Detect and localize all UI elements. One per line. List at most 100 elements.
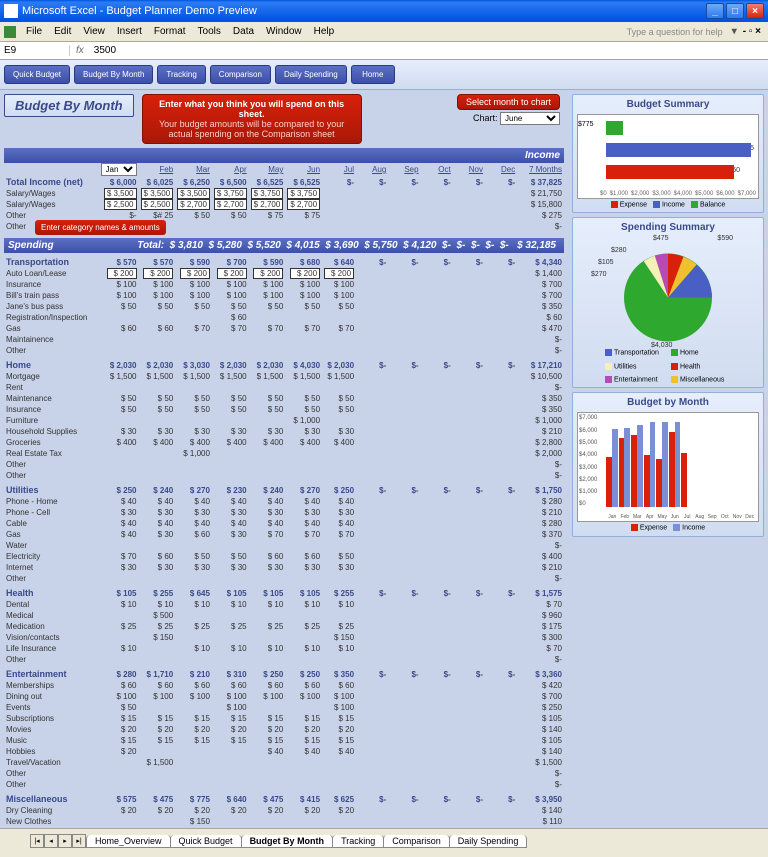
formula-bar: E9 fx 3500 — [0, 42, 768, 60]
row-label[interactable]: Other — [4, 779, 99, 790]
row-label[interactable]: Maintenance — [4, 393, 99, 404]
row-label[interactable]: Donations — [4, 827, 99, 828]
toolbtn-tracking[interactable]: Tracking — [157, 65, 205, 84]
budget-summary-panel: Budget Summary $775 $6,525 $5,750 $0$1,0… — [572, 94, 764, 213]
row-label[interactable]: Movies — [4, 724, 99, 735]
toolbtn-budget-by-month[interactable]: Budget By Month — [74, 65, 153, 84]
menubar: FileEditViewInsertFormatToolsDataWindowH… — [0, 22, 768, 42]
row-label[interactable]: Cable — [4, 518, 99, 529]
worksheet[interactable]: Budget By Month Enter what you think you… — [0, 90, 568, 828]
budget-grid[interactable]: IncomeJanFebMarAprMayJunJulAugSepOctNovD… — [4, 148, 564, 828]
income-bar — [606, 143, 751, 157]
minimize-button[interactable]: _ — [706, 3, 724, 19]
row-label[interactable]: Maintainence — [4, 334, 99, 345]
row-label[interactable]: Registration/Inspection — [4, 312, 99, 323]
toolbtn-daily-spending[interactable]: Daily Spending — [275, 65, 347, 84]
menu-insert[interactable]: Insert — [111, 24, 148, 39]
maximize-button[interactable]: □ — [726, 3, 744, 19]
menu-format[interactable]: Format — [148, 24, 192, 39]
row-label[interactable]: Household Supplies — [4, 426, 99, 437]
toolbtn-comparison[interactable]: Comparison — [210, 65, 271, 84]
tab-comparison[interactable]: Comparison — [383, 835, 450, 848]
row-label[interactable]: Auto Loan/Lease — [4, 268, 99, 279]
row-label[interactable]: Gas — [4, 529, 99, 540]
toolbtn-home[interactable]: Home — [351, 65, 395, 84]
row-label[interactable]: Gas — [4, 323, 99, 334]
row-label[interactable]: Mortgage — [4, 371, 99, 382]
row-label[interactable]: Groceries — [4, 437, 99, 448]
menu-tools[interactable]: Tools — [192, 24, 227, 39]
row-label[interactable]: Other — [4, 768, 99, 779]
category-callout: Enter category names & amounts — [35, 220, 166, 235]
row-label[interactable]: Phone - Home — [4, 496, 99, 507]
row-label[interactable]: Dining out — [4, 691, 99, 702]
chart-month-select[interactable]: June — [500, 112, 560, 125]
row-label[interactable]: Other — [4, 345, 99, 356]
row-label[interactable]: Dry Cleaning — [4, 805, 99, 816]
toolbtn-quick-budget[interactable]: Quick Budget — [4, 65, 70, 84]
tab-quick-budget[interactable]: Quick Budget — [170, 835, 242, 848]
tab-first-button[interactable]: |◂ — [30, 834, 44, 848]
tab-home-overview[interactable]: Home_Overview — [86, 835, 171, 848]
sheet-tabs: |◂ ◂ ▸ ▸| Home_OverviewQuick BudgetBudge… — [0, 828, 768, 848]
row-label[interactable]: Life Insurance — [4, 643, 99, 654]
row-label[interactable]: Other — [4, 654, 99, 665]
row-label[interactable]: Other — [4, 470, 99, 481]
menu-view[interactable]: View — [77, 24, 111, 39]
chart-label: Chart: — [473, 113, 498, 123]
row-label[interactable]: Travel/Vacation — [4, 757, 99, 768]
tab-prev-button[interactable]: ◂ — [44, 834, 58, 848]
name-box[interactable]: E9 — [0, 45, 70, 56]
tab-tracking[interactable]: Tracking — [332, 835, 384, 848]
tab-budget-by-month[interactable]: Budget By Month — [241, 835, 334, 848]
row-label[interactable]: Phone - Cell — [4, 507, 99, 518]
row-label[interactable]: Other — [4, 459, 99, 470]
row-label[interactable]: Subscriptions — [4, 713, 99, 724]
row-label[interactable]: Water — [4, 540, 99, 551]
help-dropdown-icon[interactable]: ▾ — [729, 26, 740, 37]
row-label[interactable]: Medication — [4, 621, 99, 632]
row-label[interactable]: Jane's bus pass — [4, 301, 99, 312]
charts-sidebar: Budget Summary $775 $6,525 $5,750 $0$1,0… — [568, 90, 768, 828]
close-button[interactable]: × — [746, 3, 764, 19]
tab-last-button[interactable]: ▸| — [72, 834, 86, 848]
doc-close-button[interactable]: - ▫ × — [740, 26, 764, 37]
row-label[interactable]: Medical — [4, 610, 99, 621]
row-label[interactable]: Electricity — [4, 551, 99, 562]
row-label[interactable]: Insurance — [4, 404, 99, 415]
row-label[interactable]: New Clothes — [4, 816, 99, 827]
row-label[interactable]: Furniture — [4, 415, 99, 426]
row-label[interactable]: Bill's train pass — [4, 290, 99, 301]
balance-bar — [606, 121, 623, 135]
menu-help[interactable]: Help — [308, 24, 341, 39]
help-prompt[interactable]: Type a question for help — [627, 27, 729, 37]
row-label[interactable]: Salary/Wages — [4, 199, 99, 210]
row-label[interactable]: Internet — [4, 562, 99, 573]
start-month-select[interactable]: Jan — [101, 163, 137, 176]
tab-next-button[interactable]: ▸ — [58, 834, 72, 848]
menu-window[interactable]: Window — [260, 24, 308, 39]
row-label[interactable]: Events — [4, 702, 99, 713]
expense-bar — [606, 165, 734, 179]
tab-daily-spending[interactable]: Daily Spending — [449, 835, 528, 848]
menu-file[interactable]: File — [20, 24, 48, 39]
row-label[interactable]: Hobbies — [4, 746, 99, 757]
menu-edit[interactable]: Edit — [48, 24, 77, 39]
income-header: Income — [4, 148, 564, 163]
menu-data[interactable]: Data — [227, 24, 260, 39]
spending-pie-chart: $475 $590 $280 $105 $270 $4,030 — [603, 237, 733, 347]
row-label[interactable]: Real Estate Tax — [4, 448, 99, 459]
row-label[interactable]: Insurance — [4, 279, 99, 290]
row-label[interactable]: Other — [4, 573, 99, 584]
row-label[interactable]: Memberships — [4, 680, 99, 691]
row-label[interactable]: Salary/Wages — [4, 188, 99, 199]
formula-value[interactable]: 3500 — [90, 45, 120, 56]
fx-label[interactable]: fx — [70, 45, 90, 56]
row-label[interactable]: Music — [4, 735, 99, 746]
row-label[interactable]: Rent — [4, 382, 99, 393]
row-label[interactable]: Dental — [4, 599, 99, 610]
budget-month-chart: $7,000$6,000$5,000$4,000$3,000$2,000$1,0… — [577, 412, 759, 522]
budget-summary-chart: $775 $6,525 $5,750 $0$1,000$2,000$3,000$… — [577, 114, 759, 199]
nav-toolbar: Quick BudgetBudget By MonthTracking Compa… — [0, 60, 768, 90]
row-label[interactable]: Vision/contacts — [4, 632, 99, 643]
